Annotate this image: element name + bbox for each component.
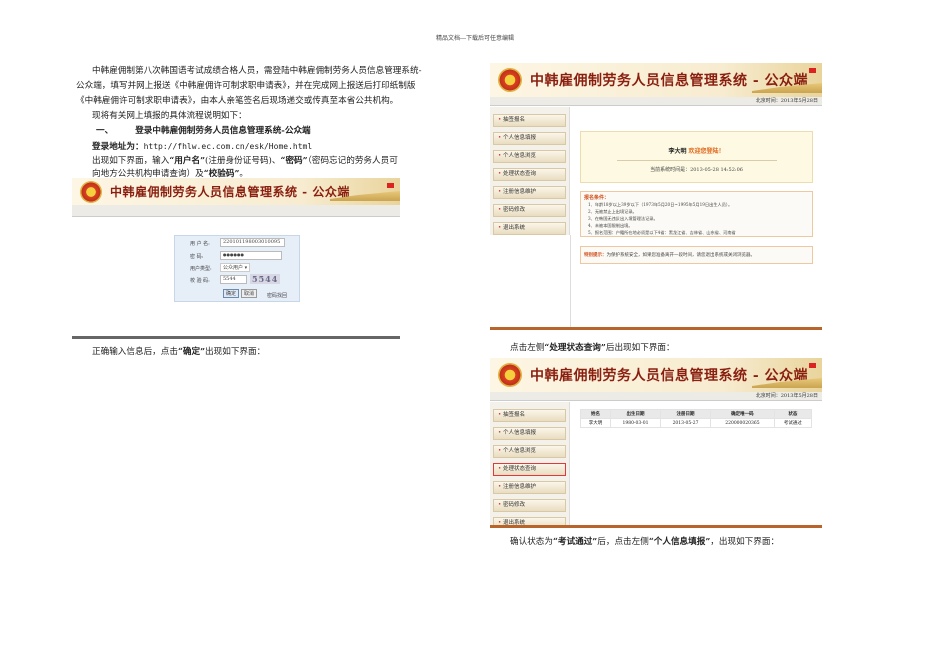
user-type-label: 用户类型:: [190, 266, 212, 272]
menu-lottery-signup[interactable]: 抽签报名: [493, 114, 566, 127]
col-status: 状态: [773, 409, 813, 419]
status-table: 姓名 出生日期 注册日期 确定唯一码 状态 李大明 1980-03-01 201…: [580, 409, 813, 428]
intro-line-2: 公众端，填写并网上报送《中韩雇佣许可制求职申请表》，并在完成网上报送后打印纸制版: [76, 81, 416, 91]
col-unique-code: 确定唯一码: [710, 409, 775, 419]
col-name: 姓名: [580, 409, 611, 419]
confirm-status-text: 确认状态为“考试通过”后，点击左侧“个人信息填报”，出现如下界面：: [510, 537, 780, 547]
time-bar: [72, 205, 400, 217]
section-1-heading: 一、 登录中韩雇佣制劳务人员信息管理系统-公众端: [96, 124, 311, 139]
username-label: 用 户 名:: [190, 241, 210, 247]
beijing-time: 北京时间：2013年5月28日: [490, 392, 822, 401]
notice-box: 特别提示：为保护系统安全，如果您准备离开一段时间，请您退出系统或关闭浏览器。: [580, 246, 813, 264]
col-birth-date: 出生日期: [609, 409, 662, 419]
system-banner: 中韩雇佣制劳务人员信息管理系统 - 公众端: [72, 178, 400, 205]
confirm-button[interactable]: 确定: [223, 289, 240, 298]
captcha-input[interactable]: 5544: [220, 275, 247, 284]
section-title: 登录中韩雇佣制劳务人员信息管理系统-公众端: [135, 126, 311, 136]
system-banner: 中韩雇佣制劳务人员信息管理系统 - 公众端: [490, 63, 822, 97]
conditions-title: 报名条件：: [584, 195, 610, 201]
menu-password-change[interactable]: 密码修改: [493, 499, 566, 512]
condition-item: 1、年龄18岁以上39岁以下（1973年5月20日~1995年5月19日出生人员…: [588, 202, 733, 207]
menu-personal-info-view[interactable]: 个人信息浏览: [493, 445, 566, 458]
captcha-label: 校 验 码:: [190, 278, 210, 284]
system-time: 当前系统时间是：2013-05-28 14:52:06: [650, 167, 743, 173]
menu-personal-info-fill[interactable]: 个人信息填报: [493, 132, 566, 145]
menu-registration-maintenance[interactable]: 注册信息维护: [493, 186, 566, 199]
menu-password-change[interactable]: 密码修改: [493, 204, 566, 217]
login-address: 登录地址为：http://fhlw.ec.com.cn/esk/Home.htm…: [92, 139, 312, 155]
beijing-time: 北京时间：2013年5月28日: [490, 97, 822, 106]
system-banner: 中韩雇佣制劳务人员信息管理系统 - 公众端: [490, 358, 822, 392]
after-login-text: 正确输入信息后，点击“确定”出现如下界面：: [92, 347, 266, 357]
user-type-select[interactable]: 公众用户 ▾: [220, 263, 250, 272]
system-title: 中韩雇佣制劳务人员信息管理系统 - 公众端: [530, 368, 809, 384]
menu-status-query[interactable]: 处理状态查询: [493, 168, 566, 181]
status-screenshot: 中韩雇佣制劳务人员信息管理系统 - 公众端 北京时间：2013年5月28日 抽签…: [490, 358, 822, 528]
welcome-screenshot: 中韩雇佣制劳务人员信息管理系统 - 公众端 北京时间：2013年5月28日 抽签…: [490, 63, 822, 330]
section-number: 一、: [96, 126, 114, 136]
welcome-greeting: 欢迎您登陆！: [688, 148, 725, 155]
condition-item: 3、在韩国无违反出入境管理法记录。: [588, 216, 658, 221]
username-input[interactable]: 220101198003010095: [220, 238, 285, 247]
menu-status-query[interactable]: 处理状态查询: [493, 463, 566, 476]
national-emblem-icon: [80, 180, 102, 203]
national-emblem-icon: [498, 68, 522, 92]
flag-icon: [387, 183, 394, 188]
flow-intro: 现将有关网上填报的具体流程说明如下：: [92, 111, 247, 121]
col-register-date: 注册日期: [659, 409, 712, 419]
cancel-button[interactable]: 取消: [241, 289, 258, 298]
login-url[interactable]: http://fhlw.ec.com.cn/esk/Home.html: [144, 142, 313, 151]
sidebar-menu: 抽签报名 个人信息填报 个人信息浏览 处理状态查询 注册信息维护 密码修改 退出…: [490, 402, 570, 525]
menu-lottery-signup[interactable]: 抽签报名: [493, 409, 566, 422]
intro-line-1: 中韩雇佣制第八次韩国语考试成绩合格人员，需登陆中韩雇佣制劳务人员信息管理系统-: [92, 66, 422, 76]
menu-personal-info-fill[interactable]: 个人信息填报: [493, 427, 566, 440]
menu-personal-info-view[interactable]: 个人信息浏览: [493, 150, 566, 163]
password-label: 密 码:: [190, 254, 204, 260]
password-input[interactable]: ●●●●●●: [220, 251, 282, 260]
condition-item: 2、无被禁止上出境记录。: [588, 209, 637, 214]
welcome-box: 李大明 欢迎您登陆！ 当前系统时间是：2013-05-28 14:52:06: [580, 131, 813, 183]
national-emblem-icon: [498, 363, 522, 387]
sidebar-menu: 抽签报名 个人信息填报 个人信息浏览 处理状态查询 注册信息维护 密码修改 退出…: [490, 107, 570, 235]
table-header-row: 姓名 出生日期 注册日期 确定唯一码 状态: [580, 409, 813, 419]
intro-line-3: 《中韩雇佣许可制求职申请表》，由本人亲笔签名后现场递交或传真至本省公共机构。: [76, 96, 399, 106]
condition-item: 4、未被本国限制出境。: [588, 223, 633, 228]
login-screenshot: 中韩雇佣制劳务人员信息管理系统 - 公众端 用 户 名: 22010119800…: [72, 178, 400, 339]
forgot-password-link[interactable]: 密码找回: [267, 292, 287, 299]
flag-icon: [809, 68, 816, 73]
menu-logout[interactable]: 退出系统: [493, 517, 566, 525]
click-status-text: 点击左侧“处理状态查询”后出现如下界面：: [510, 343, 675, 353]
conditions-box: 报名条件： 1、年龄18岁以上39岁以下（1973年5月20日~1995年5月1…: [580, 191, 813, 237]
flag-icon: [809, 363, 816, 368]
menu-registration-maintenance[interactable]: 注册信息维护: [493, 481, 566, 494]
login-address-label: 登录地址为：: [92, 142, 144, 152]
menu-logout[interactable]: 退出系统: [493, 222, 566, 235]
condition-item: 5、报名范围：户籍所在地必须是以下4省：黑龙江省、吉林省、山东省、河南省: [588, 230, 736, 235]
user-name: 李大明: [668, 148, 687, 155]
captcha-image: 5544: [250, 274, 281, 284]
login-form: 用 户 名: 220101198003010095 密 码: ●●●●●● 用户…: [174, 235, 300, 302]
page-header: 精品文档---下载后可任意编辑: [435, 35, 515, 42]
system-title: 中韩雇佣制劳务人员信息管理系统 - 公众端: [530, 73, 809, 89]
welcome-line: 李大明 欢迎您登陆！: [581, 146, 812, 155]
table-row: 李大明 1980-03-01 2013-05-27 220000020365 考…: [580, 418, 813, 428]
status-badge: 考试通过: [773, 418, 813, 428]
system-title: 中韩雇佣制劳务人员信息管理系统 - 公众端: [110, 185, 350, 199]
